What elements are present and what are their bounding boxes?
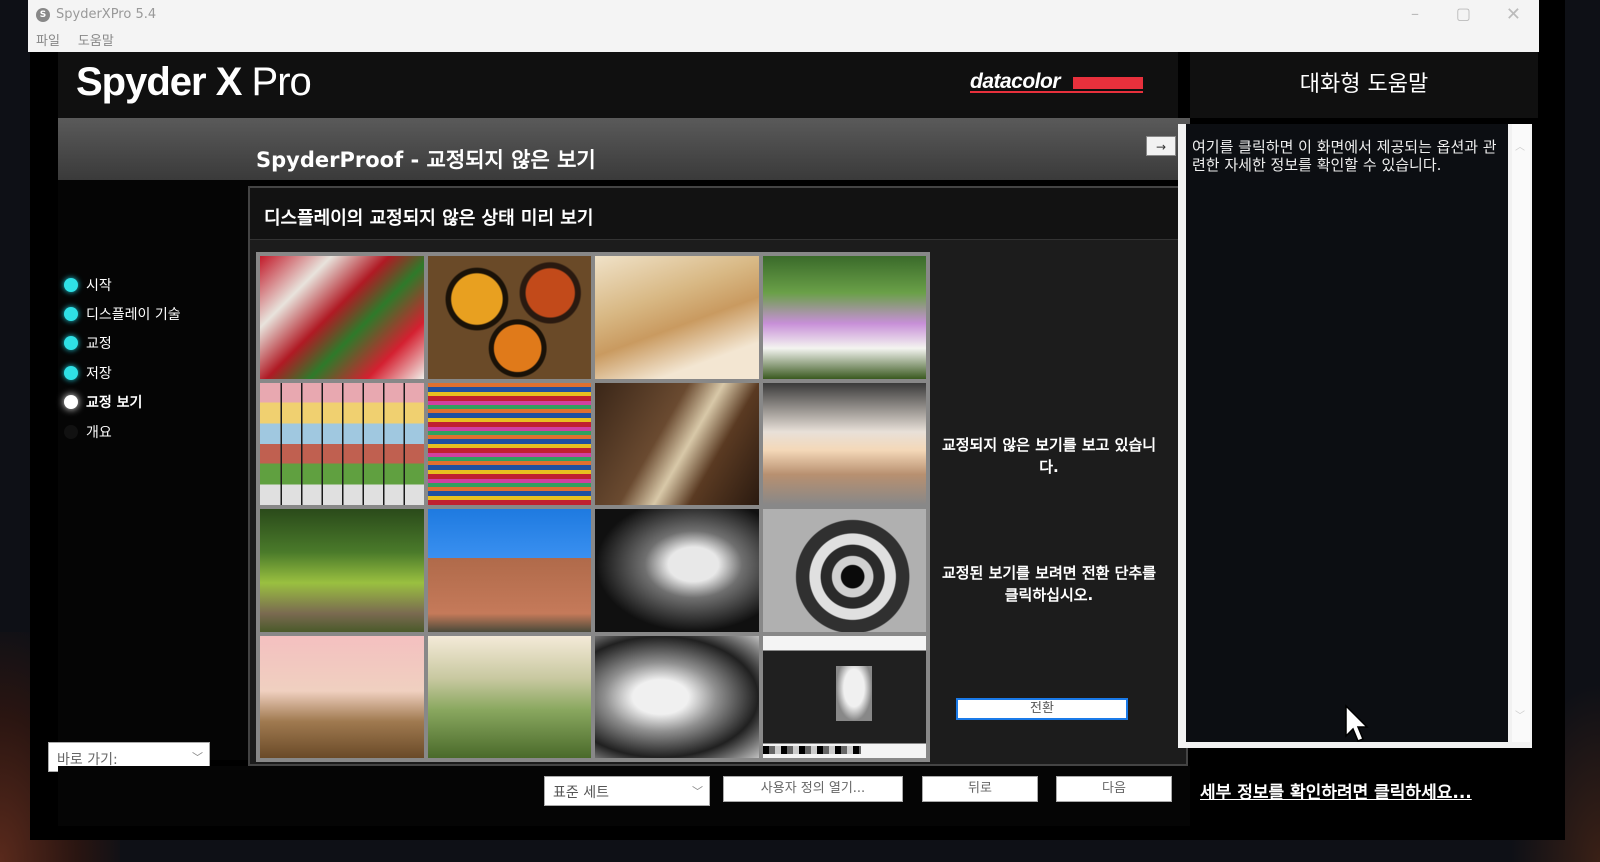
section-bar: SpyderProof - 교정되지 않은 보기 → [58, 118, 1190, 180]
nav-item-view-calibration[interactable]: 교정 보기 [64, 391, 142, 413]
logo-bold: Spyder X [76, 60, 242, 104]
switch-instruction: 교정된 보기를 보려면 전환 단추를 클릭하십시오. [941, 564, 1157, 604]
content-title: 디스플레이의 교정되지 않은 상태 미리 보기 [264, 208, 594, 229]
nav-item-label: 디스플레이 기술 [86, 307, 181, 323]
scroll-up-icon[interactable]: ︿ [1515, 138, 1525, 153]
church-image [427, 509, 591, 632]
open-custom-button[interactable]: 사용자 정의 열기... [723, 776, 903, 802]
step-done-icon [64, 336, 78, 350]
garden-urn-image [260, 509, 424, 632]
help-scrollbar[interactable]: ︿ ﹀ [1512, 124, 1530, 742]
mouse-cursor-icon [1345, 704, 1369, 742]
title-bar: S SpyderXPro 5.4 파일 도움말 – ▢ ✕ [28, 0, 1539, 52]
nav-item-calibrate[interactable]: 교정 [64, 332, 112, 354]
step-done-icon [64, 278, 78, 292]
peppers-image [260, 256, 424, 379]
preset-value: 표준 세트 [553, 785, 609, 801]
step-done-icon [64, 366, 78, 380]
menu-help[interactable]: 도움말 [78, 30, 114, 49]
app-header: Spyder X Pro datacolor [58, 52, 1178, 118]
portrait-woman-image [595, 256, 759, 379]
bw-test-chart-image [762, 635, 926, 758]
minimize-icon[interactable]: – [1411, 4, 1419, 23]
nav-item-label: 개요 [86, 425, 112, 441]
chevron-down-icon: ﹀ [692, 785, 703, 798]
bw-portrait-image [595, 509, 759, 632]
next-button[interactable]: 다음 [1056, 776, 1172, 802]
preset-select[interactable]: 표준 세트 ﹀ [544, 776, 710, 806]
nav-item-label: 시작 [86, 278, 112, 294]
scroll-down-icon[interactable]: ﹀ [1515, 707, 1525, 722]
girl-flowers-image [762, 256, 926, 379]
nav-item-summary[interactable]: 개요 [64, 421, 112, 443]
help-panel: 여기를 클릭하면 이 화면에서 제공되는 옵션과 관련한 자세한 정보를 확인할… [1178, 124, 1532, 748]
help-panel-title: 대화형 도움말 [1190, 52, 1538, 118]
step-done-icon [64, 307, 78, 321]
datacolor-logo-line [970, 91, 1143, 93]
nav-item-label: 저장 [86, 366, 112, 382]
arrow-right-icon: → [1155, 140, 1167, 154]
nav-item-save[interactable]: 저장 [64, 362, 112, 384]
maximize-icon[interactable]: ▢ [1456, 4, 1471, 23]
content-header: 디스플레이의 교정되지 않은 상태 미리 보기 [250, 188, 1186, 240]
help-body: 여기를 클릭하면 이 화면에서 제공되는 옵션과 관련한 자세한 정보를 확인할… [1192, 138, 1497, 174]
street-performer-image [762, 382, 926, 505]
scooter-image [595, 635, 759, 758]
preview-image-grid [256, 252, 930, 762]
window-title: SpyderXPro 5.4 [56, 7, 157, 22]
close-icon[interactable]: ✕ [1506, 4, 1521, 25]
uncalibrated-message: 교정되지 않은 보기를 보고 있습니다. [941, 436, 1157, 476]
content-panel: 디스플레이의 교정되지 않은 상태 미리 보기 교정되지 않은 보기를 보고 있… [248, 186, 1188, 766]
chevron-down-icon: ﹀ [192, 751, 203, 764]
left-nav [58, 180, 250, 760]
guitarist-image [595, 382, 759, 505]
collapse-help-button[interactable]: → [1146, 136, 1176, 156]
logo-light: Pro [241, 60, 312, 104]
help-text-box[interactable]: 여기를 클릭하면 이 화면에서 제공되는 옵션과 관련한 자세한 정보를 확인할… [1186, 124, 1508, 742]
step-active-icon [64, 395, 78, 409]
step-pending-icon [64, 425, 78, 439]
pottery-image [427, 256, 591, 379]
nav-item-label: 교정 [86, 336, 112, 352]
spyder-logo: Spyder X Pro [76, 60, 312, 105]
nav-item-display-tech[interactable]: 디스플레이 기술 [64, 303, 181, 325]
textiles-image [427, 382, 591, 505]
app-icon: S [36, 8, 50, 22]
section-title: SpyderProof - 교정되지 않은 보기 [256, 148, 596, 172]
menu-file[interactable]: 파일 [36, 30, 60, 49]
spiral-stairs-image [762, 509, 926, 632]
nav-item-start[interactable]: 시작 [64, 274, 112, 296]
switch-button[interactable]: 전환 [956, 698, 1128, 720]
colorchecker-image [260, 382, 424, 505]
datacolor-logo-bar [1073, 77, 1143, 89]
back-button[interactable]: 뒤로 [922, 776, 1038, 802]
details-link[interactable]: 세부 정보를 확인하려면 클릭하세요... [1200, 778, 1472, 803]
menu-bar: 파일 도움말 [36, 30, 114, 49]
nav-item-label: 교정 보기 [86, 395, 143, 411]
sunset-field-image [260, 635, 424, 758]
tuscany-hills-image [427, 635, 591, 758]
